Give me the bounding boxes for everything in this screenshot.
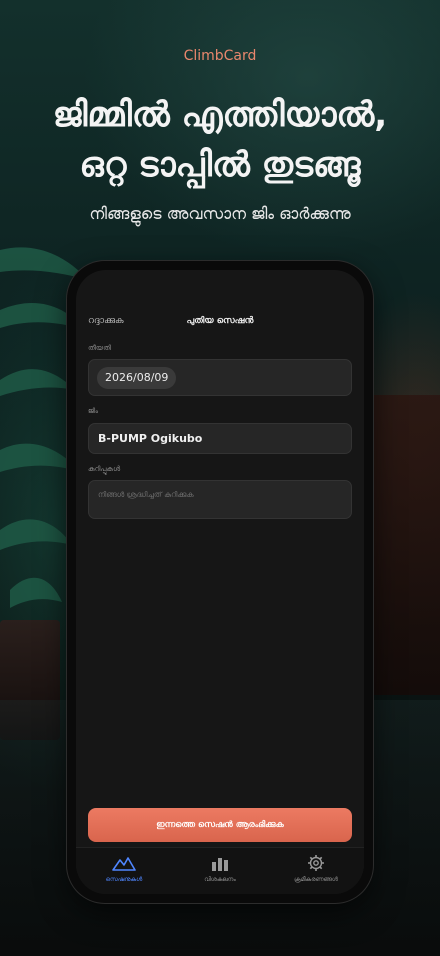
tab-settings[interactable]: ക്രമീകരണങ്ങൾ bbox=[268, 854, 364, 884]
gear-icon bbox=[308, 855, 324, 871]
bar-chart-icon bbox=[212, 858, 228, 871]
nav-bar: റദ്ദാക്കുക പുതിയ സെഷൻ bbox=[88, 316, 352, 332]
notes-label: കുറിപ്പുകൾ bbox=[88, 465, 121, 473]
tab-analysis[interactable]: വിശകലനം bbox=[172, 854, 268, 884]
notes-placeholder: നിങ്ങൾ ശ്രദ്ധിച്ചത് കുറിക്കുക bbox=[98, 490, 194, 499]
headline-line-2: ഒറ്റ ടാപ്പിൽ തുടങ്ങൂ bbox=[79, 145, 361, 185]
subheadline: നിങ്ങളുടെ അവസാന ജിം ഓർക്കുന്നു bbox=[89, 204, 351, 223]
tab-analysis-label: വിശകലനം bbox=[204, 876, 236, 883]
notes-field[interactable]: നിങ്ങൾ ശ്രദ്ധിച്ചത് കുറിക്കുക bbox=[88, 480, 352, 519]
tab-sessions-label: സെഷനുകൾ bbox=[105, 876, 143, 883]
gym-value: B-PUMP Ogikubo bbox=[98, 432, 203, 445]
start-session-button[interactable]: ഇന്നത്തെ സെഷൻ ആരംഭിക്കുക bbox=[88, 808, 352, 842]
phone-mockup: റദ്ദാക്കുക പുതിയ സെഷൻ തീയതി 2026/08/09 ജ… bbox=[67, 261, 373, 903]
app-screen: റദ്ദാക്കുക പുതിയ സെഷൻ തീയതി 2026/08/09 ജ… bbox=[76, 270, 364, 894]
tab-settings-label: ക്രമീകരണങ്ങൾ bbox=[294, 876, 338, 883]
gym-field[interactable]: B-PUMP Ogikubo bbox=[88, 423, 352, 454]
mountain-icon bbox=[112, 857, 136, 871]
brand-name: ClimbCard bbox=[183, 48, 257, 64]
date-field[interactable]: 2026/08/09 bbox=[88, 359, 352, 396]
headline-line-1: ജിമ്മിൽ എത്തിയാൽ, bbox=[52, 95, 388, 135]
tab-sessions[interactable]: സെഷനുകൾ bbox=[76, 854, 172, 884]
tab-bar: സെഷനുകൾ വിശകലനം ക്രമീകരണങ്ങൾ bbox=[76, 847, 364, 894]
doorway-light bbox=[370, 395, 440, 695]
date-label: തീയതി bbox=[88, 344, 111, 352]
date-picker-value[interactable]: 2026/08/09 bbox=[97, 367, 177, 389]
screen-title: പുതിയ സെഷൻ bbox=[186, 316, 254, 326]
headline: ജിമ്മിൽ എത്തിയാൽ, ഒറ്റ ടാപ്പിൽ തുടങ്ങൂ bbox=[0, 90, 440, 190]
gym-label: ജിം bbox=[88, 407, 99, 415]
